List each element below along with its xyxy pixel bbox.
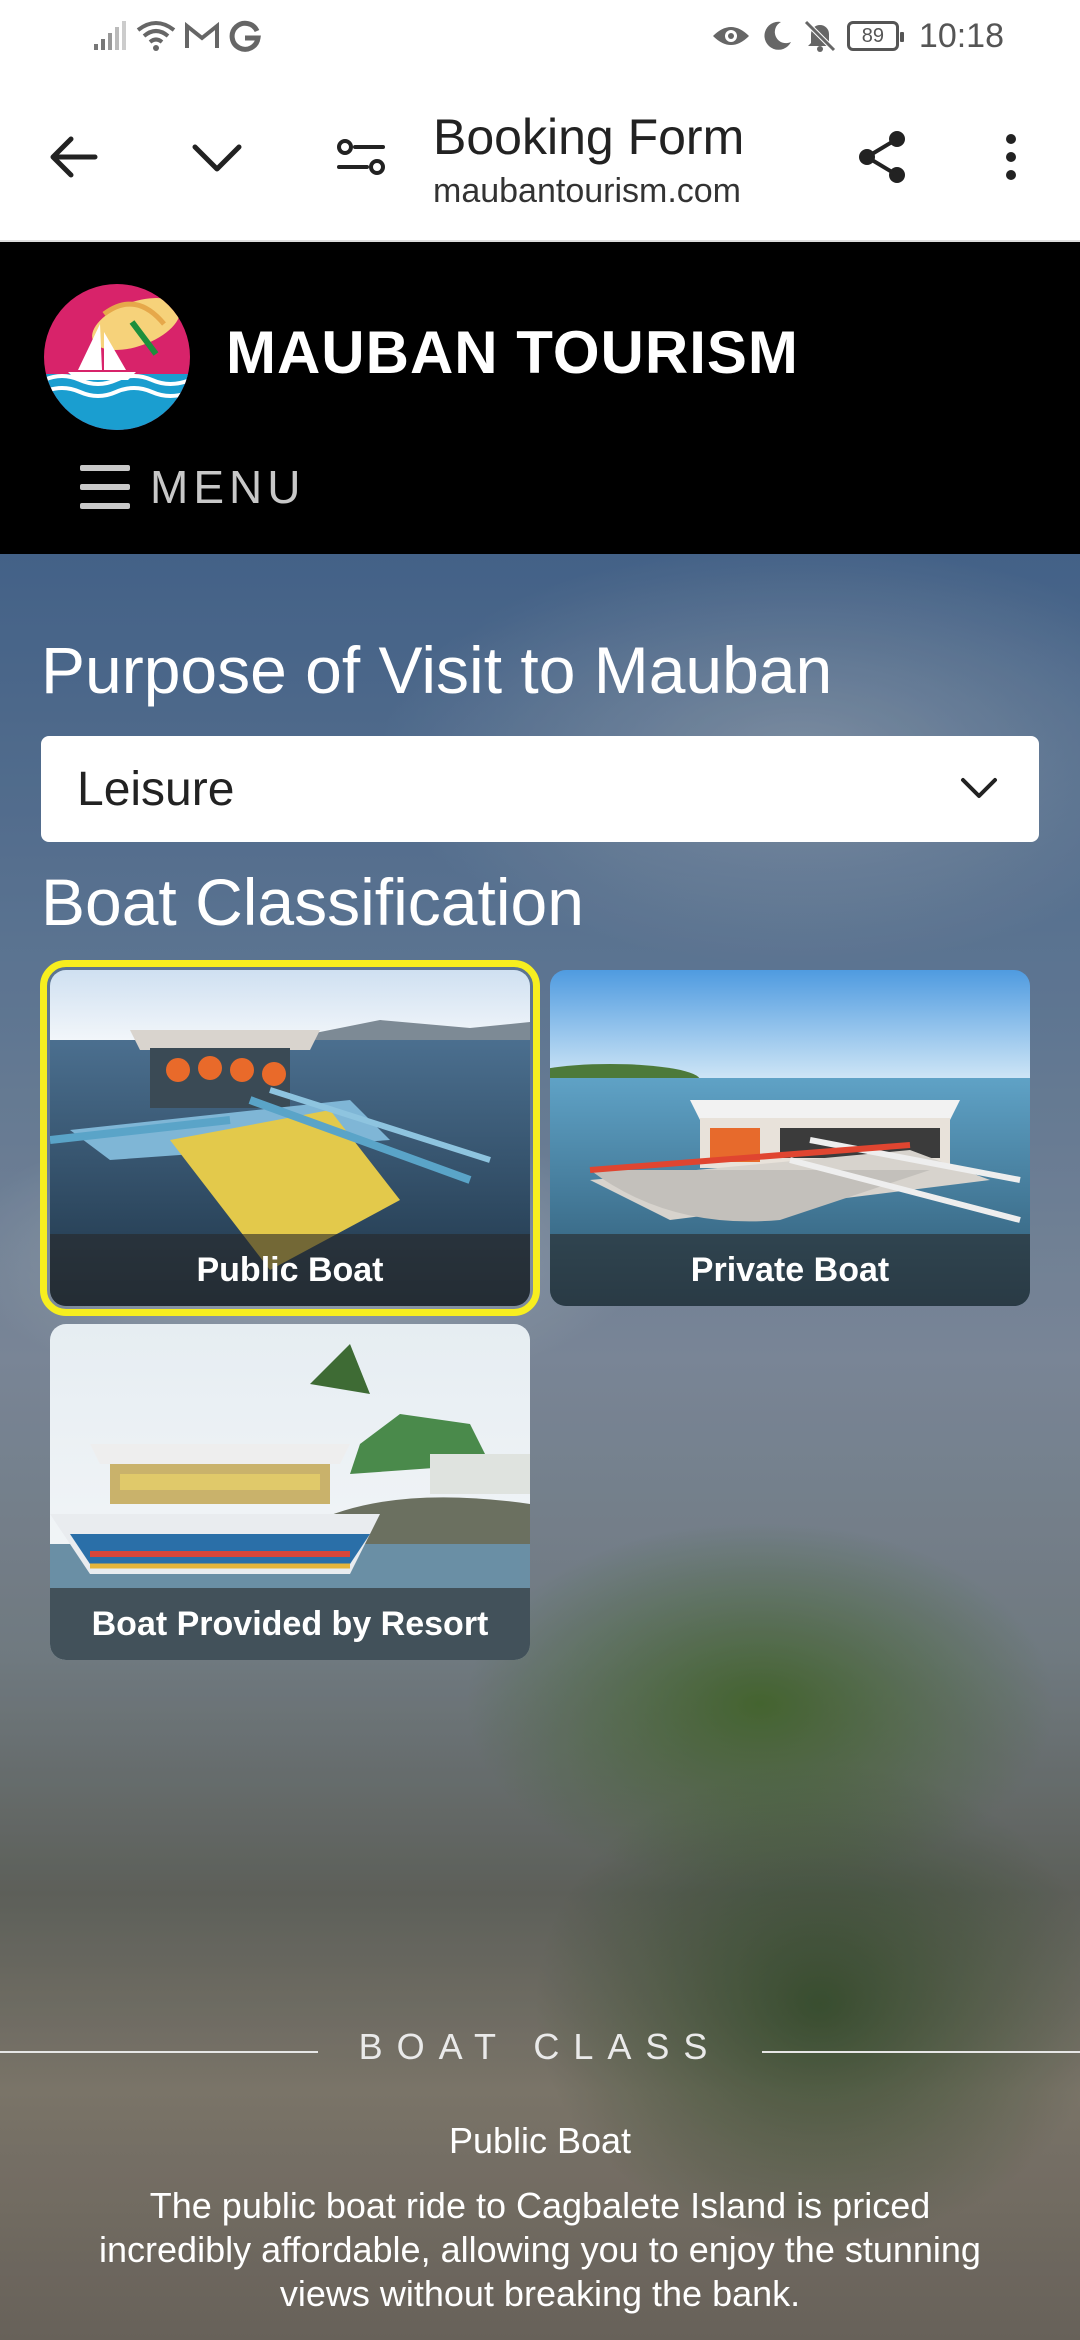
boat-option-private[interactable]: Private Boat — [550, 970, 1030, 1306]
chevron-down-icon — [961, 778, 997, 798]
boat-option-label: Public Boat — [50, 1234, 530, 1306]
boat-classification-label: Boat Classification — [41, 865, 584, 939]
purpose-select-value: Leisure — [77, 763, 235, 816]
boat-option-resort[interactable]: Boat Provided by Resort — [50, 1324, 530, 1660]
gmail-icon — [185, 21, 219, 48]
hamburger-icon — [80, 465, 130, 509]
boat-class-description: The public boat ride to Cagbalete Island… — [99, 2185, 981, 2314]
eye-icon — [712, 27, 749, 45]
clock: 10:18 — [918, 16, 1004, 55]
menu-label: MENU — [150, 461, 306, 513]
share-icon[interactable] — [848, 122, 918, 192]
google-icon — [229, 20, 261, 52]
back-arrow-icon[interactable] — [38, 122, 108, 192]
site-settings-icon[interactable] — [326, 122, 396, 192]
boat-option-label: Boat Provided by Resort — [50, 1588, 530, 1660]
moon-icon — [764, 21, 791, 50]
more-options-icon[interactable] — [976, 122, 1046, 192]
bell-off-icon — [804, 20, 836, 52]
boat-option-public[interactable]: Public Boat — [40, 960, 540, 1316]
boat-class-title: Public Boat — [448, 2120, 632, 2161]
status-icons-right: 89 10:18 — [711, 14, 1004, 58]
page-url[interactable]: maubantourism.com — [433, 172, 741, 211]
status-icons-left — [92, 14, 262, 58]
site-name[interactable]: MAUBAN TOURISM — [226, 318, 799, 387]
purpose-label: Purpose of Visit to Mauban — [41, 633, 833, 707]
status-bar: 89 10:18 — [0, 0, 1080, 72]
chevron-down-icon[interactable] — [182, 122, 252, 192]
site-header: MAUBAN TOURISM MENU — [0, 242, 1080, 554]
battery-indicator: 89 — [846, 21, 904, 51]
menu-button[interactable]: MENU — [80, 460, 305, 514]
boat-class-heading: BOAT CLASS — [358, 2026, 722, 2067]
boat-option-label: Private Boat — [550, 1234, 1030, 1306]
purpose-select[interactable]: Leisure — [41, 736, 1039, 842]
browser-toolbar: Booking Form maubantourism.com — [0, 72, 1080, 242]
mauban-logo[interactable] — [44, 284, 190, 430]
booking-hero: Purpose of Visit to Mauban Leisure Boat … — [0, 554, 1080, 2340]
signal-icon — [94, 21, 126, 50]
wifi-icon — [136, 21, 176, 51]
page-title: Booking Form — [433, 109, 745, 165]
